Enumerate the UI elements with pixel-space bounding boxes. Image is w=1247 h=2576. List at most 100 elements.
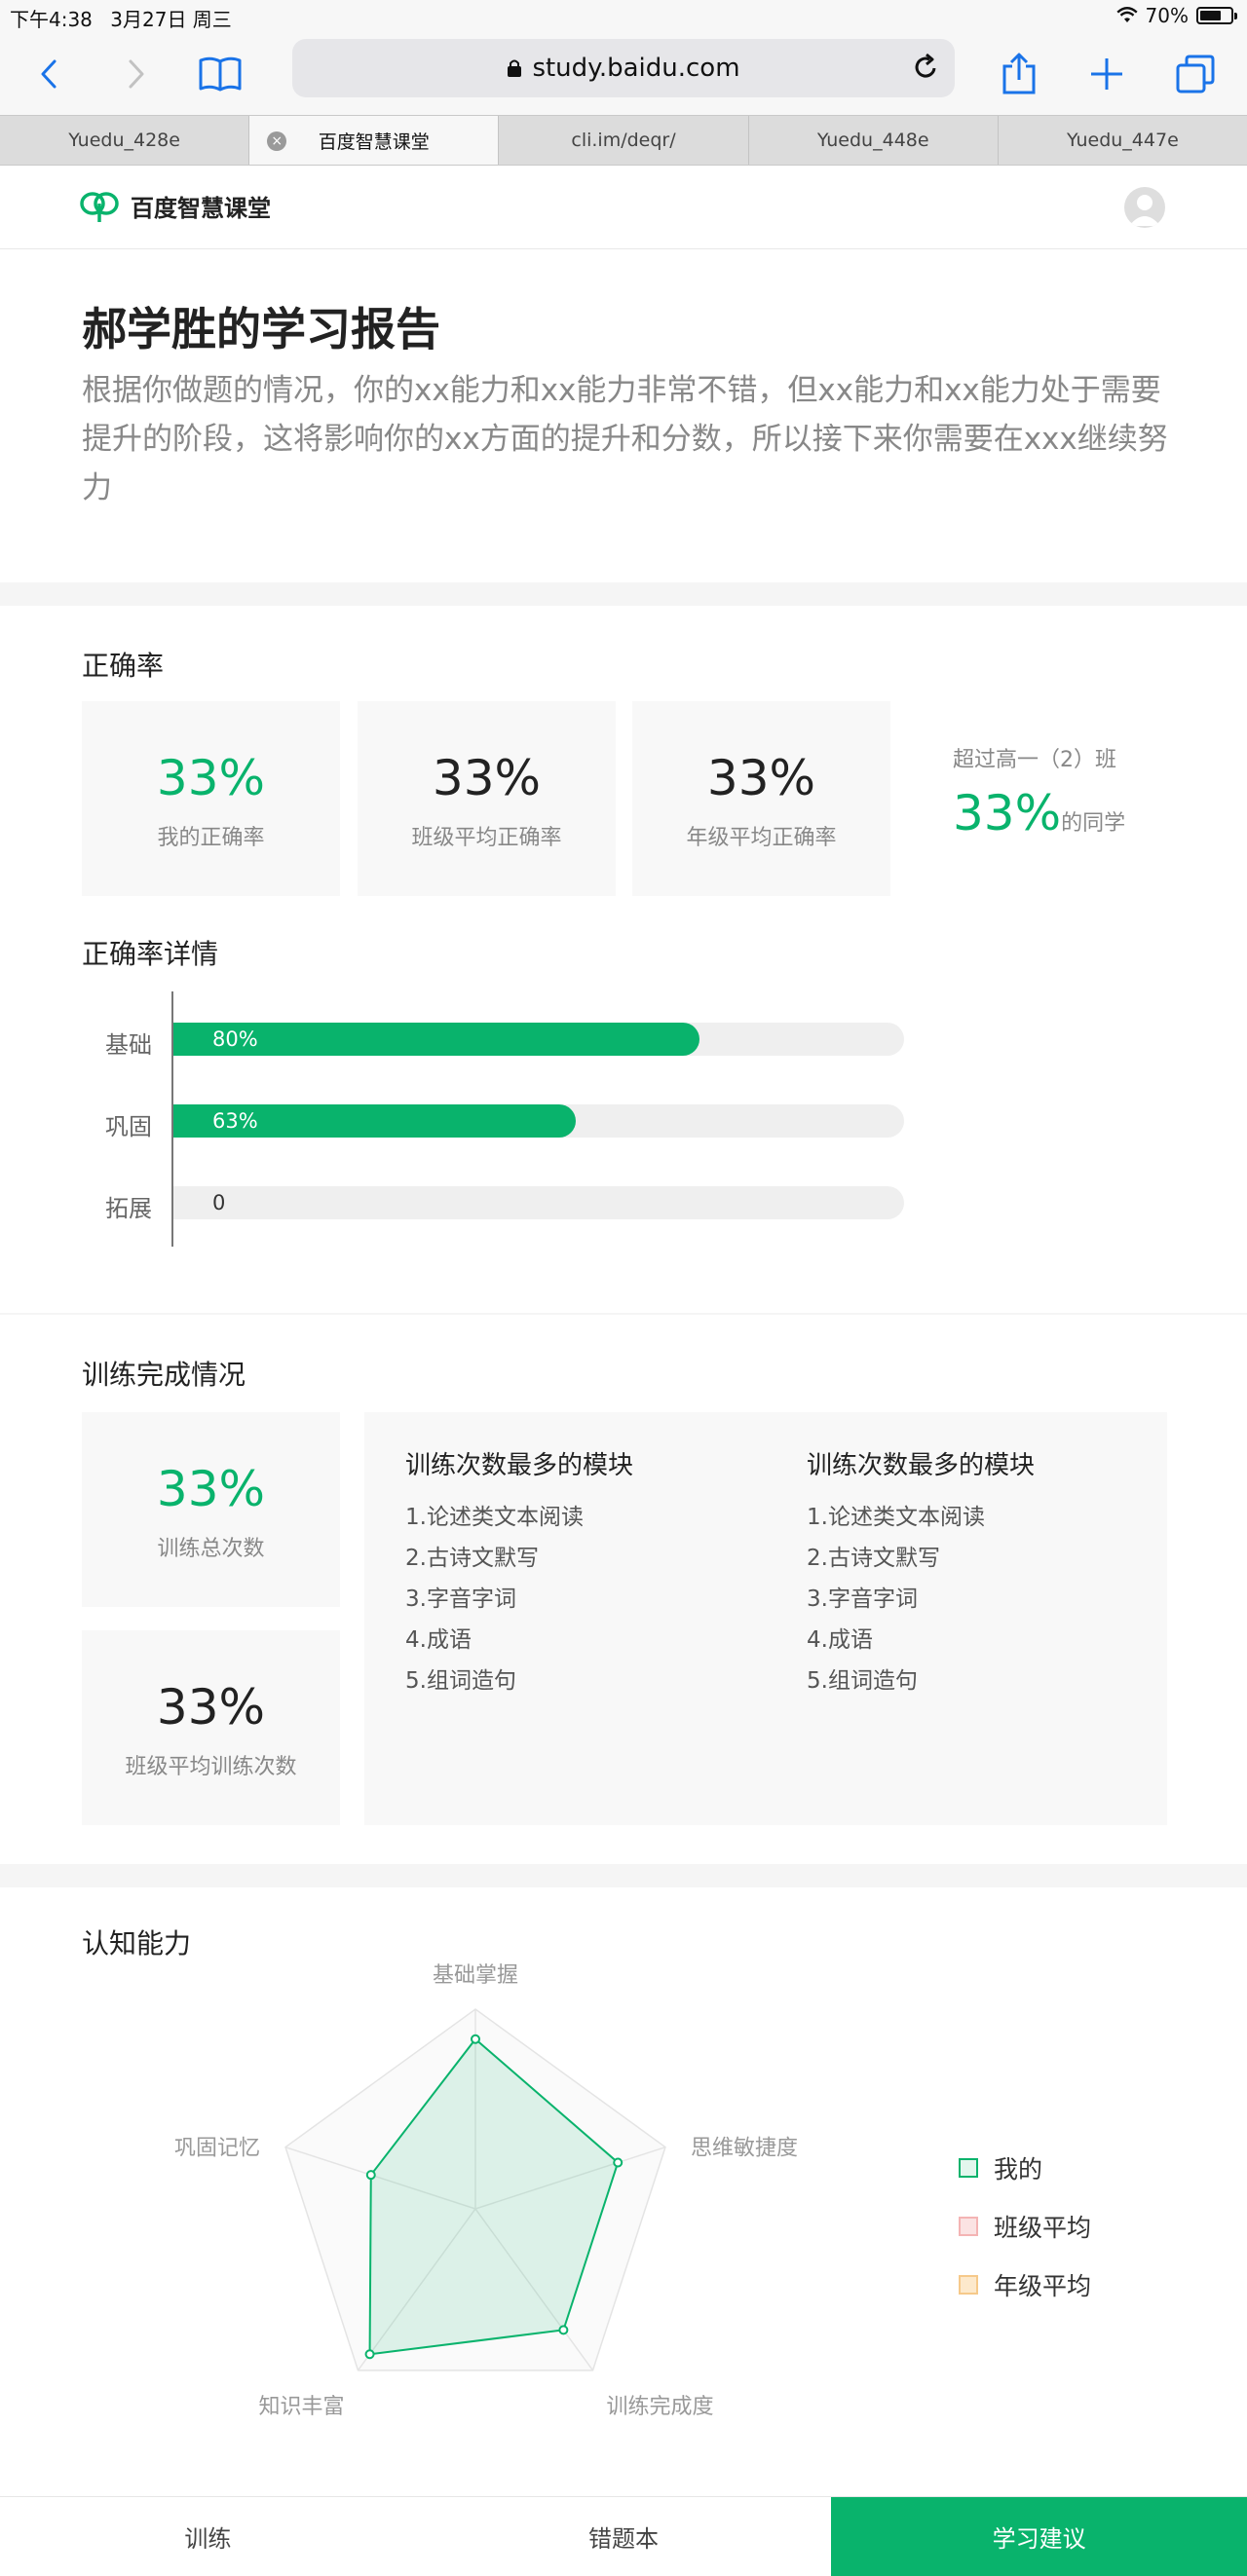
stat-label: 训练总次数 — [157, 1537, 265, 1561]
tab-label: Yuedu_428e — [68, 130, 180, 151]
tab-baidu-classroom[interactable]: × 百度智慧课堂 — [249, 116, 500, 165]
avatar[interactable] — [1124, 187, 1165, 228]
tab-label: cli.im/deqr/ — [571, 130, 676, 151]
legend-label: 年级平均 — [994, 2272, 1092, 2300]
radar-axis-label: 知识丰富 — [258, 2395, 344, 2419]
list-item: 1.论述类文本阅读 — [807, 1505, 985, 1530]
training-title: 训练完成情况 — [82, 1359, 246, 1391]
stat-my-accuracy: 33% 我的正确率 — [82, 701, 340, 896]
legend-item-class-average[interactable]: 班级平均 — [959, 2197, 1091, 2256]
brand-name: 百度智慧课堂 — [131, 195, 271, 222]
share-icon — [1002, 53, 1036, 94]
legend-swatch — [959, 2275, 978, 2295]
legend-label: 班级平均 — [994, 2214, 1092, 2242]
status-time: 下午4:38 — [10, 8, 93, 31]
exceed-value: 33% — [953, 785, 1062, 841]
tabs-icon — [1176, 55, 1215, 93]
stat-value: 33% — [706, 750, 816, 806]
radar-axis-label: 基础掌握 — [433, 1963, 518, 1988]
tab-label: Yuedu_448e — [816, 130, 929, 151]
back-button[interactable] — [29, 33, 68, 115]
leaf-logo-icon — [80, 191, 119, 222]
chevron-left-icon — [41, 59, 57, 89]
plus-icon — [1091, 58, 1122, 90]
stat-value: 33% — [156, 750, 266, 806]
radar-point[interactable] — [365, 2170, 376, 2181]
stat-label: 班级平均训练次数 — [125, 1755, 297, 1779]
tab-yuedu-428e[interactable]: Yuedu_428e — [0, 116, 250, 165]
stat-training-class-average: 33% 班级平均训练次数 — [82, 1630, 340, 1825]
forward-button[interactable] — [117, 33, 156, 115]
radar-chart: 基础掌握思维敏捷度训练完成度 知识丰富 巩固记忆 — [174, 1963, 798, 2419]
list-item: 1.论述类文本阅读 — [405, 1505, 584, 1530]
url-text: study.baidu.com — [532, 54, 740, 83]
bar-track: 63% — [173, 1104, 904, 1138]
stat-class-accuracy: 33% 班级平均正确率 — [358, 701, 616, 896]
accuracy-detail-title: 正确率详情 — [82, 938, 219, 970]
share-button[interactable] — [998, 33, 1040, 115]
browser-toolbar: study.baidu.com — [0, 33, 1247, 115]
bar-label: 基础 — [105, 1031, 152, 1059]
exceed-suffix: 的同学 — [1061, 811, 1126, 836]
tab-cli-im[interactable]: cli.im/deqr/ — [499, 116, 749, 165]
cognitive-section: 认知能力 基础掌握 思维敏捷度 训练完成度 知识丰富 巩固记忆 我的 班级平均 年级平均 — [0, 1887, 1247, 2496]
tab-yuedu-447e[interactable]: Yuedu_447e — [999, 116, 1247, 165]
bottom-nav: 训练 错题本 学习建议 — [0, 2496, 1247, 2576]
wifi-icon — [1115, 7, 1138, 22]
status-right: 70% — [1115, 4, 1237, 27]
tab-label: 百度智慧课堂 — [318, 131, 430, 153]
list-item: 2.古诗文默写 — [807, 1546, 940, 1571]
radar-axis-label: 思维敏捷度 — [691, 2137, 798, 2161]
tabs-overview-button[interactable] — [1173, 33, 1218, 115]
stat-grade-accuracy: 33% 年级平均正确率 — [632, 701, 890, 896]
stat-label: 我的正确率 — [157, 826, 265, 850]
legend-item-mine[interactable]: 我的 — [959, 2139, 1091, 2197]
accuracy-title: 正确率 — [82, 650, 165, 682]
lock-icon — [508, 59, 522, 77]
radar-axis-label: 巩固记忆 — [174, 2137, 260, 2161]
training-module-list-2: 训练次数最多的模块 1.论述类文本阅读 2.古诗文默写 3.字音字词 4.成语 … — [807, 1445, 1157, 1701]
bar-value: 0 — [212, 1191, 226, 1214]
battery-percent: 70% — [1145, 4, 1189, 27]
training-module-list-1: 训练次数最多的模块 1.论述类文本阅读 2.古诗文默写 3.字音字词 4.成语 … — [405, 1445, 756, 1701]
radar-point[interactable] — [558, 2325, 569, 2335]
legend-item-grade-average[interactable]: 年级平均 — [959, 2256, 1091, 2314]
nav-training[interactable]: 训练 — [0, 2497, 416, 2576]
battery-icon — [1196, 7, 1237, 24]
tab-strip: Yuedu_428e × 百度智慧课堂 cli.im/deqr/ Yuedu_4… — [0, 115, 1247, 166]
list-item: 3.字音字词 — [807, 1587, 918, 1612]
brand-logo[interactable]: 百度智慧课堂 — [80, 189, 271, 223]
nav-study-advice[interactable]: 学习建议 — [831, 2497, 1247, 2576]
close-tab-icon[interactable]: × — [267, 131, 287, 151]
address-bar[interactable]: study.baidu.com — [292, 39, 955, 97]
radar-point[interactable] — [613, 2157, 624, 2168]
bar-label: 拓展 — [105, 1195, 152, 1222]
list-item: 2.古诗文默写 — [405, 1546, 539, 1571]
list-item: 4.成语 — [405, 1627, 472, 1653]
page-title: 郝学胜的学习报告 — [82, 303, 440, 355]
bookmarks-button[interactable] — [195, 33, 246, 115]
battery-fill — [1200, 11, 1221, 20]
reload-icon[interactable] — [912, 53, 939, 82]
bar-value: 63% — [212, 1109, 258, 1133]
status-date: 3月27日 周三 — [110, 8, 232, 31]
legend-label: 我的 — [994, 2155, 1043, 2184]
bar-row-basic: 基础 80% — [0, 1023, 1247, 1059]
nav-wrong-questions[interactable]: 错题本 — [416, 2497, 832, 2576]
tab-yuedu-448e[interactable]: Yuedu_448e — [749, 116, 999, 165]
stat-training-total: 33% 训练总次数 — [82, 1412, 340, 1607]
stat-label: 班级平均正确率 — [411, 826, 562, 850]
report-intro-section: 郝学胜的学习报告 根据你做题的情况，你的xx能力和xx能力非常不错，但xx能力和… — [0, 249, 1247, 582]
bar-row-extend: 拓展 0 — [0, 1186, 1247, 1222]
radar-point[interactable] — [364, 2349, 375, 2360]
module-list-heading: 训练次数最多的模块 — [807, 1451, 1036, 1480]
training-modules-panel: 训练次数最多的模块 1.论述类文本阅读 2.古诗文默写 3.字音字词 4.成语 … — [364, 1412, 1167, 1825]
radar-axis-label: 训练完成度 — [606, 2395, 713, 2419]
bar-track: 0 — [173, 1186, 904, 1219]
list-item: 4.成语 — [807, 1627, 873, 1653]
radar-point[interactable] — [471, 2034, 480, 2044]
stat-value: 33% — [432, 750, 542, 806]
radar-legend: 我的 班级平均 年级平均 — [959, 2139, 1091, 2314]
new-tab-button[interactable] — [1085, 33, 1128, 115]
status-time-date: 下午4:38 3月27日 周三 — [10, 4, 232, 32]
